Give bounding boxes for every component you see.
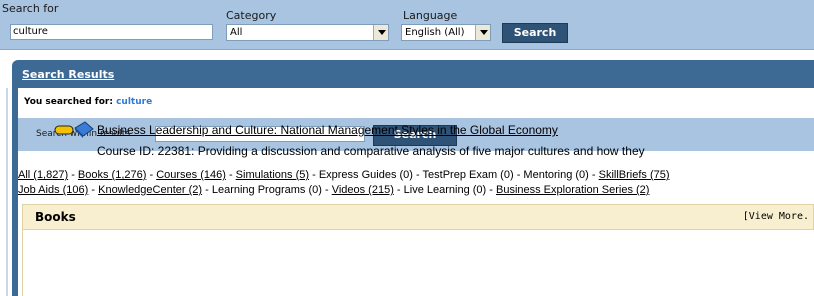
filter-text: Mentoring (0) [523,169,589,181]
search-button[interactable]: Search [502,23,568,43]
chevron-down-icon[interactable] [373,25,388,40]
language-value: English (All) [405,27,465,38]
view-more-link[interactable]: [View More. [743,211,809,222]
filter-text: TestPrep Exam (0) [422,169,514,181]
top-search-bar: Search for culture Category All Language… [0,0,814,50]
filter-line: Job Aids (106) - KnowledgeCenter (2) - L… [18,183,814,198]
filter-separator: - [88,184,99,196]
category-value: All [230,27,243,38]
searched-term: culture [116,97,153,107]
results-panel: Search Results You searched for: culture… [12,60,814,296]
language-select[interactable]: English (All) [401,24,491,41]
filter-separator: - [393,184,404,196]
filter-link[interactable]: Books (1,276) [78,169,146,181]
filter-separator: - [202,184,212,196]
filter-link[interactable]: Job Aids (106) [18,184,88,196]
book-result-link[interactable]: Business Leadership and Culture: Nationa… [97,123,558,137]
filter-text: Learning Programs (0) [211,184,322,196]
chevron-down-icon[interactable] [475,25,490,40]
results-body: You searched for: culture Search within … [18,88,814,296]
search-input[interactable]: culture [10,24,213,40]
language-label: Language [403,9,458,22]
book-result-description: Course ID: 22381: Providing a discussion… [97,144,645,158]
filter-separator: - [412,169,423,181]
searched-for-text: You searched for: culture [24,97,152,107]
filter-link[interactable]: Simulations (5) [236,169,309,181]
filter-link[interactable]: Videos (215) [332,184,394,196]
books-section-header: Books [View More. [22,204,814,230]
filter-separator: - [309,169,319,181]
category-label: Category [226,9,277,22]
searched-for-label: You searched for: [24,97,113,107]
filter-separator: - [68,169,78,181]
filter-link[interactable]: KnowledgeCenter (2) [98,184,202,196]
book-icon [53,120,97,140]
filter-text: Express Guides (0) [318,169,413,181]
filter-link[interactable]: SkillBriefs (75) [599,169,670,181]
results-title-link[interactable]: Search Results [22,68,114,81]
result-type-filters: All (1,827) - Books (1,276) - Courses (1… [18,168,814,198]
filter-separator: - [225,169,236,181]
category-select[interactable]: All [226,24,389,41]
filter-link[interactable]: Courses (146) [156,169,226,181]
filter-separator: - [513,169,524,181]
filter-separator: - [588,169,599,181]
books-title: Books [35,210,76,224]
filter-separator: - [321,184,332,196]
filter-link[interactable]: Business Exploration Series (2) [496,184,649,196]
filter-link[interactable]: All (1,827) [18,169,68,181]
filter-line: All (1,827) - Books (1,276) - Courses (1… [18,168,814,183]
filter-text: Live Learning (0) [403,184,487,196]
books-section-body [22,230,814,296]
divider [6,88,8,296]
filter-separator: - [486,184,496,196]
filter-separator: - [146,169,157,181]
search-for-label: Search for [2,2,59,15]
